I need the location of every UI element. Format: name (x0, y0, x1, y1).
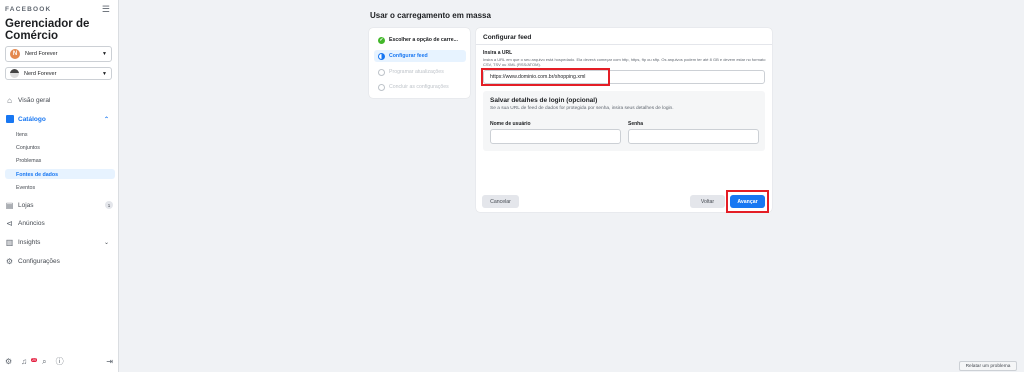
gear-icon: ⚙ (5, 256, 14, 266)
sidebar-item-data-sources[interactable]: Fontes de dados (16, 172, 58, 178)
step-choose-option[interactable]: ✓ Escolher a opção de carre... (374, 34, 466, 46)
next-button[interactable]: Avançar (730, 195, 765, 208)
catalog-avatar (10, 69, 19, 78)
check-circle-icon: ✓ (378, 36, 385, 44)
account-avatar: N (10, 49, 20, 59)
step-label: Programar atualizações (389, 69, 444, 75)
menu-icon[interactable]: ☰ (102, 4, 110, 15)
sidebar-item-problems[interactable]: Problemas (16, 158, 41, 164)
sidebar-item-items[interactable]: Itens (16, 132, 27, 138)
step-schedule-updates: Programar atualizações (374, 66, 466, 78)
brand-logo: FACEBOOK (5, 6, 52, 13)
grid-icon (5, 115, 14, 124)
back-button[interactable]: Voltar (690, 195, 725, 208)
sidebar-item-sets[interactable]: Conjuntos (16, 145, 40, 151)
caret-down-icon: ▼ (102, 70, 107, 77)
nav-catalog-label: Catálogo (18, 115, 46, 123)
steps-panel: ✓ Escolher a opção de carre... Configura… (369, 28, 470, 98)
nav-shops[interactable]: ▤ Lojas 1 (0, 199, 119, 211)
nav-ads-label: Anúncios (18, 219, 45, 227)
settings-gear-icon[interactable]: ⚙ (5, 357, 12, 366)
nav-settings-label: Configurações (18, 257, 60, 265)
sidebar: FACEBOOK ☰ Gerenciador de Comércio N Ner… (0, 0, 119, 372)
account-select-label: Nerd Forever (25, 51, 58, 57)
bar-chart-icon: ▥ (5, 237, 14, 247)
cancel-button[interactable]: Cancelar (482, 195, 519, 208)
home-icon: ⌂ (7, 95, 12, 105)
nav-settings[interactable]: ⚙ Configurações (0, 255, 119, 267)
username-field[interactable] (490, 129, 621, 144)
feed-url-input[interactable] (483, 70, 765, 84)
report-problem-button[interactable]: Relatar um problema (959, 361, 1017, 371)
megaphone-icon: ⊲ (6, 218, 13, 228)
app-title: Gerenciador de Comércio (5, 18, 90, 42)
catalog-select-label: Nerd Forever (24, 70, 57, 77)
catalog-select[interactable]: Nerd Forever ▼ (5, 67, 112, 80)
empty-circle-icon (378, 83, 385, 91)
nav-insights[interactable]: ▥ Insights ⌄ (0, 236, 119, 248)
url-help-text: Insira a URL em que o seu arquivo está h… (483, 57, 766, 67)
nav-catalog[interactable]: Catálogo ⌃ (0, 112, 119, 126)
chevron-down-icon: ⌄ (103, 239, 109, 246)
shops-badge: 1 (105, 201, 113, 209)
empty-circle-icon (378, 68, 385, 76)
password-label: Senha (628, 121, 644, 127)
account-select[interactable]: N Nerd Forever ▼ (5, 46, 112, 62)
login-section-subtitle: Se a sua URL de feed de dados for proteg… (490, 106, 674, 111)
nav-overview-label: Visão geral (18, 96, 51, 104)
notification-badge: 20 (31, 358, 38, 362)
chevron-up-icon: ⌃ (103, 116, 109, 123)
username-label: Nome de usuário (490, 121, 531, 127)
login-section-title: Salvar detalhes de login (opcional) (490, 97, 598, 104)
step-label: Concluir as configurações (389, 84, 449, 90)
caret-down-icon: ▼ (102, 51, 107, 57)
bell-icon[interactable]: ♫ 20 (21, 357, 38, 366)
login-details-section: Salvar detalhes de login (opcional) Se a… (483, 91, 765, 151)
step-label: Configurar feed (389, 53, 428, 59)
password-field[interactable] (628, 129, 759, 144)
collapse-sidebar-icon[interactable]: ⇥ (106, 357, 113, 366)
nav-ads[interactable]: ⊲ Anúncios (0, 217, 119, 229)
page-title: Usar o carregamento em massa (370, 11, 491, 20)
nav-overview[interactable]: ⌂ Visão geral (0, 94, 119, 106)
divider (476, 44, 772, 45)
sidebar-item-events[interactable]: Eventos (16, 185, 35, 191)
step-finish-settings: Concluir as configurações (374, 81, 466, 93)
step-label: Escolher a opção de carre... (389, 37, 458, 43)
form-title: Configurar feed (483, 34, 532, 41)
search-icon[interactable]: ⌕ (42, 357, 46, 367)
half-circle-icon (378, 52, 385, 60)
nav-shops-label: Lojas (18, 201, 34, 209)
help-icon[interactable]: ⓘ (56, 356, 64, 367)
configure-feed-form: Configurar feed Insira a URL Insira a UR… (476, 28, 772, 213)
sidebar-footer: ⚙ ♫ 20 ⌕ ⓘ ⇥ (5, 356, 113, 367)
shop-icon: ▤ (5, 200, 14, 210)
nav-insights-label: Insights (18, 238, 41, 246)
url-label: Insira a URL (483, 50, 513, 56)
step-configure-feed[interactable]: Configurar feed (374, 50, 466, 62)
